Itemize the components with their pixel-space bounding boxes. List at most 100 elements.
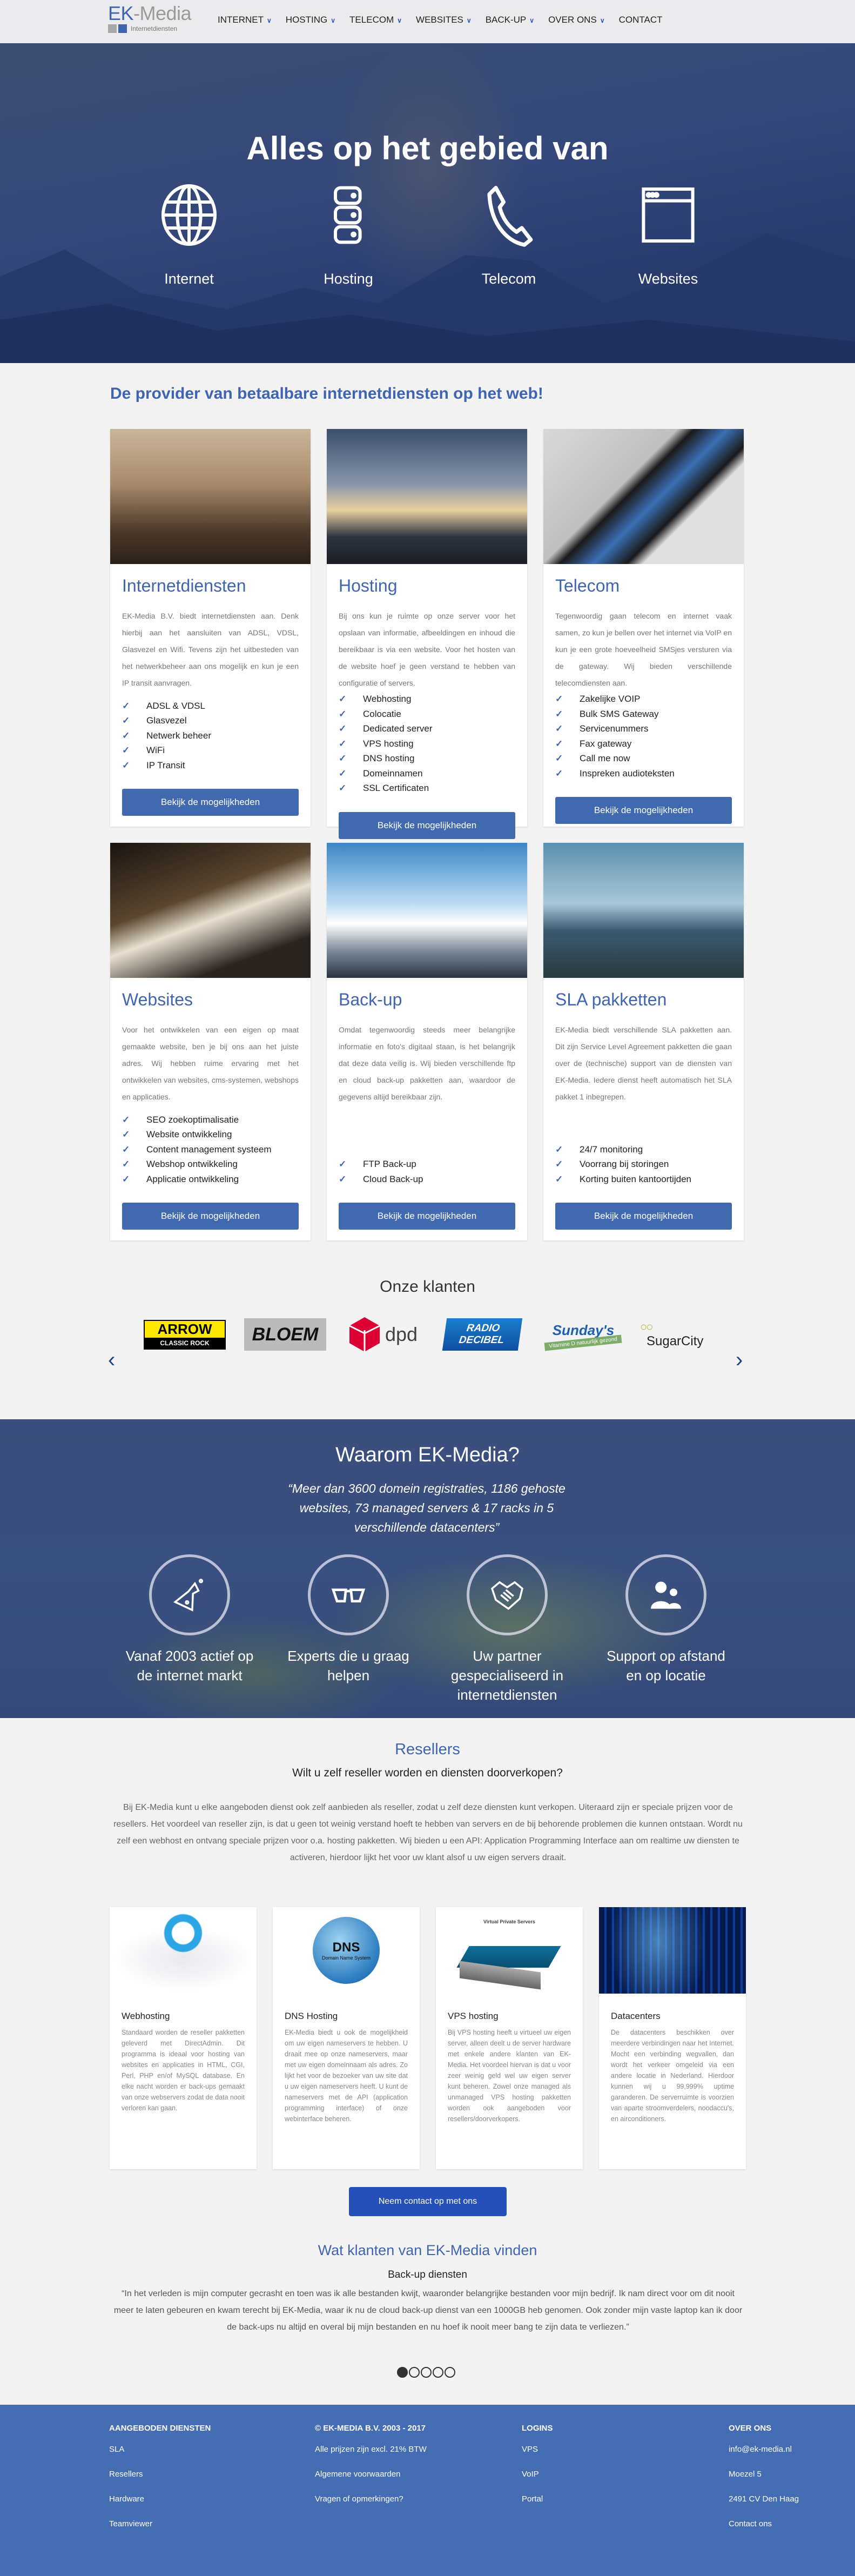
ek-media-logo[interactable]: EK-Media Internetdiensten	[108, 3, 205, 39]
service-description: EK-Media biedt verschillende SLA pakkett…	[555, 1025, 732, 1101]
client-logo-dpd: dpd	[340, 1313, 427, 1356]
testimonials-title: Wat klanten van EK-Media vinden	[318, 2242, 537, 2258]
feature-item: ✓ FTP Back-up	[339, 1157, 515, 1172]
carousel-next-icon[interactable]: ›	[736, 1348, 743, 1372]
nav-item-telecom[interactable]: TELECOM ∨	[349, 15, 402, 25]
service-title: Internetdiensten	[122, 576, 246, 595]
service-description: Voor het ontwikkelen van een eigen op ma…	[122, 1025, 299, 1101]
contact-button[interactable]: Neem contact op met ons	[349, 2187, 507, 2216]
why-label: Support op afstand en op locatie	[607, 1648, 725, 1683]
view-options-button[interactable]: Bekijk de mogelijkheden	[555, 1203, 732, 1230]
feature-label: DNS hosting	[363, 753, 415, 763]
feature-label: Applicatie ontwikkeling	[146, 1173, 239, 1184]
carousel-prev-icon[interactable]: ‹	[108, 1348, 115, 1372]
nav-item-internet[interactable]: INTERNET ∨	[218, 15, 272, 25]
pagination-dot[interactable]	[445, 2367, 455, 2378]
footer-item: Alle prijzen zijn excl. 21% BTW	[315, 2445, 427, 2454]
reseller-card-vps: Virtual Private Servers VPS hosting Bij …	[436, 1907, 583, 2169]
main-nav: INTERNET ∨ HOSTING ∨ TELECOM ∨ WEBSITES ∨ BACK-U…	[218, 15, 663, 25]
feature-label: Webshop ontwikkeling	[146, 1159, 238, 1169]
footer-column: AANGEBODEN DIENSTEN SLA Resellers Hardware T…	[109, 2424, 211, 2544]
view-options-button[interactable]: Bekijk de mogelijkheden	[555, 797, 732, 824]
reseller-card-webhosting: Webhosting Standaard worden de reseller …	[110, 1907, 257, 2169]
view-options-button[interactable]: Bekijk de mogelijkheden	[339, 1203, 515, 1230]
feature-label: Korting buiten kantoortijden	[580, 1173, 691, 1184]
resellers-subtitle: Wilt u zelf reseller worden en diensten …	[292, 1767, 563, 1779]
why-item: Vanaf 2003 actief op de internet markt	[125, 1554, 254, 1685]
service-description: Tegenwoordig gaan telecom en internet va…	[555, 612, 732, 687]
nav-item-over-ons[interactable]: OVER ONS ∨	[548, 15, 605, 25]
service-title: SLA pakketten	[555, 990, 667, 1009]
testimonial-pagination	[397, 2367, 455, 2378]
nav-item-contact[interactable]: CONTACT	[619, 15, 663, 25]
why-label: Experts die u graag helpen	[287, 1648, 409, 1683]
view-options-button[interactable]: Bekijk de mogelijkheden	[339, 811, 515, 839]
checkmark-icon: ✓	[122, 700, 130, 711]
reseller-card-title: DNS Hosting	[285, 2011, 338, 2021]
checkmark-icon: ✓	[555, 694, 563, 704]
view-options-button[interactable]: Bekijk de mogelijkheden	[122, 1203, 299, 1230]
feature-item: ✓ Fax gateway	[555, 736, 732, 752]
checkmark-icon: ✓	[339, 694, 347, 704]
service-title: Back-up	[339, 990, 402, 1009]
pagination-dot[interactable]	[397, 2367, 408, 2378]
feature-label: Webhosting	[363, 694, 412, 704]
why-label: Vanaf 2003 actief op de internet markt	[125, 1648, 254, 1683]
nav-item-back-up[interactable]: BACK-UP ∨	[486, 15, 534, 25]
nav-item-hosting[interactable]: HOSTING ∨	[286, 15, 335, 25]
feature-item: ✓ Call me now	[555, 751, 732, 766]
nav-label: INTERNET	[218, 15, 264, 25]
pagination-dot[interactable]	[421, 2367, 432, 2378]
feature-label: 24/7 monitoring	[580, 1144, 643, 1155]
service-title: Telecom	[555, 576, 620, 595]
footer-item[interactable]: VPS	[522, 2445, 553, 2470]
view-options-button[interactable]: Bekijk de mogelijkheden	[122, 789, 299, 816]
footer-item[interactable]: Teamviewer	[109, 2519, 211, 2544]
datacenter-image	[599, 1907, 746, 1994]
footer-item[interactable]: Vragen of opmerkingen?	[315, 2494, 427, 2519]
hero-item-hosting[interactable]: Hosting	[294, 183, 402, 287]
feature-item: ✓ Webhosting	[339, 692, 515, 707]
footer-item[interactable]: Portal	[522, 2494, 553, 2519]
hero-item-telecom[interactable]: Telecom	[455, 183, 563, 287]
nav-item-websites[interactable]: WEBSITES ∨	[416, 15, 472, 25]
feature-label: Servicenummers	[580, 723, 649, 734]
footer-item[interactable]: VoIP	[522, 2470, 553, 2494]
nav-label: TELECOM	[349, 15, 394, 25]
checkmark-icon: ✓	[339, 708, 347, 719]
server-icon	[334, 186, 362, 244]
hero-label: Telecom	[481, 271, 536, 287]
service-description: EK-Media B.V. biedt internetdiensten aan…	[122, 612, 299, 687]
chevron-down-icon: ∨	[267, 17, 272, 24]
feature-label: Netwerk beheer	[146, 730, 212, 741]
footer-item[interactable]: info@ek-media.nl	[729, 2445, 799, 2470]
hero-item-internet[interactable]: Internet	[135, 183, 243, 287]
footer-item[interactable]: Contact ons	[729, 2519, 799, 2544]
feature-item: ✓ Content management systeem	[122, 1142, 299, 1157]
footer-column-title: © EK-MEDIA B.V. 2003 - 2017	[315, 2424, 426, 2433]
checkmark-icon: ✓	[339, 1159, 347, 1169]
feature-label: Domeinnamen	[363, 768, 423, 779]
service-image	[327, 843, 527, 978]
why-item: Uw partner gespecialiseerd in internetdi…	[442, 1554, 572, 1705]
checkmark-icon: ✓	[122, 1159, 130, 1169]
reseller-card-datacenters: Datacenters De datacenters beschikken ov…	[599, 1907, 746, 2169]
checkmark-icon: ✓	[555, 1144, 563, 1155]
hero-item-websites[interactable]: Websites	[614, 183, 722, 287]
footer-item[interactable]: Algemene voorwaarden	[315, 2470, 427, 2494]
clients-title: Onze klanten	[380, 1278, 475, 1296]
feature-item: ✓ Voorrang bij storingen	[555, 1157, 732, 1172]
footer-item[interactable]: Hardware	[109, 2494, 211, 2519]
footer-item[interactable]: SLA	[109, 2445, 211, 2470]
testimonial-subtitle: Back-up diensten	[388, 2269, 467, 2280]
checkmark-icon: ✓	[122, 730, 130, 741]
footer-column-title: AANGEBODEN DIENSTEN	[109, 2424, 211, 2433]
pagination-dot[interactable]	[433, 2367, 443, 2378]
feature-item: ✓ Webshop ontwikkeling	[122, 1157, 299, 1172]
footer-column-title: LOGINS	[522, 2424, 553, 2433]
pagination-dot[interactable]	[409, 2367, 420, 2378]
service-card-back-up: Back-up Omdat tegenwoordig steeds meer be…	[327, 843, 527, 1240]
checkmark-icon: ✓	[555, 708, 563, 719]
footer-item[interactable]: Resellers	[109, 2470, 211, 2494]
feature-label: VPS hosting	[363, 738, 414, 749]
